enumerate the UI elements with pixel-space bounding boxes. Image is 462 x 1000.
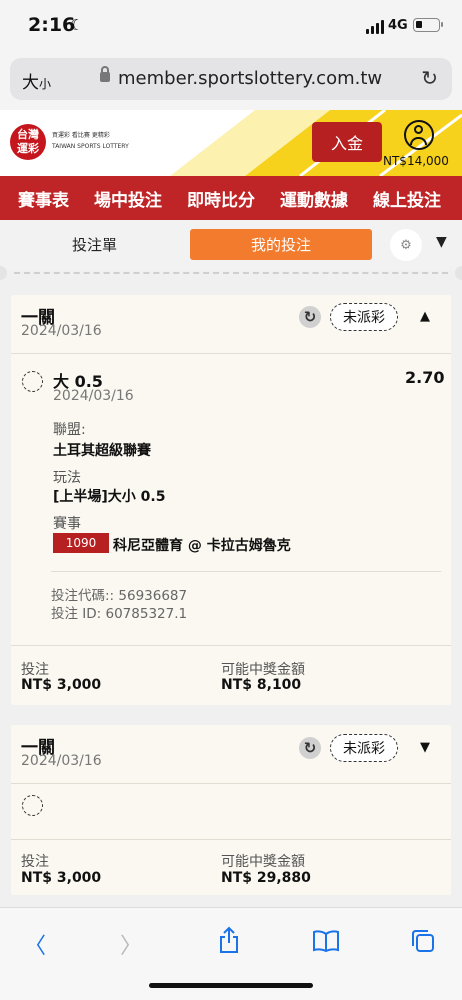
- main-nav: 賽事表 場中投注 即時比分 運動數據 線上投注: [0, 176, 462, 220]
- match-name: 科尼亞體育 @ 卡拉古姆魯克: [113, 538, 291, 554]
- status-badge: 未派彩: [330, 303, 398, 331]
- pending-icon: [22, 371, 43, 392]
- reload-icon[interactable]: ↻: [421, 66, 438, 90]
- divider: [51, 571, 441, 572]
- payout-label: 可能中獎金額: [221, 854, 305, 870]
- browser-chrome: 2:16 ☾ 4G 大小 member.sportslottery.com.tw…: [0, 0, 462, 110]
- divider: [11, 645, 451, 646]
- tabs-icon[interactable]: [410, 928, 436, 954]
- league-value: 土耳其超級聯賽: [53, 443, 151, 459]
- bet-identifiers: 投注代碼:: 56936687 投注 ID: 60785327.1: [51, 587, 187, 623]
- forward-icon[interactable]: 〉: [120, 928, 142, 960]
- bookmarks-icon[interactable]: [312, 930, 340, 952]
- home-indicator[interactable]: [149, 983, 313, 988]
- stake-amount: NT$ 3,000: [21, 870, 102, 886]
- battery-icon: [413, 18, 443, 32]
- deposit-button[interactable]: 入金: [312, 122, 382, 162]
- bet-code: 投注代碼:: 56936687: [51, 588, 188, 604]
- url-text[interactable]: member.sportslottery.com.tw: [118, 68, 382, 89]
- chevron-down-icon[interactable]: ▼: [436, 234, 447, 250]
- network-label: 4G: [388, 18, 408, 33]
- lock-icon: [100, 66, 110, 82]
- divider: [11, 839, 451, 840]
- address-bar[interactable]: 大小 member.sportslottery.com.tw ↻: [10, 58, 452, 100]
- bet-card: 一關 2024/03/16 ↻ 未派彩 ▲ 大 0.5 2.70 2024/03…: [11, 295, 451, 705]
- nav-item-online-betting[interactable]: 線上投注: [373, 186, 441, 211]
- payout-label: 可能中獎金額: [221, 662, 305, 678]
- nav-item-schedule[interactable]: 賽事表: [18, 186, 69, 211]
- settings-gear-icon[interactable]: ⚙: [390, 229, 422, 261]
- tab-my-bets[interactable]: 我的投注: [190, 229, 372, 260]
- stake-label: 投注: [21, 662, 49, 678]
- bet-card: 一關 2024/03/16 ↻ 未派彩 ▼ 投注 NT$ 3,000 可能中獎金…: [11, 725, 451, 895]
- payout-amount: NT$ 29,880: [221, 870, 311, 886]
- market-value: [上半場]大小 0.5: [53, 489, 166, 505]
- payout-amount: NT$ 8,100: [221, 677, 302, 693]
- logo-tagline: 買運彩 看比賽 更精彩 TAIWAN SPORTS LOTTERY: [52, 132, 129, 150]
- moon-icon: ☾: [70, 16, 84, 34]
- chevron-up-icon[interactable]: ▲: [420, 309, 430, 324]
- league-label: 聯盟:: [53, 422, 86, 438]
- refresh-icon[interactable]: ↻: [299, 737, 321, 759]
- tab-bet-slip[interactable]: 投注單: [72, 234, 117, 255]
- nav-item-live-scores[interactable]: 即時比分: [187, 186, 255, 211]
- pending-icon: [22, 795, 43, 816]
- site-header: 台灣 運彩 買運彩 看比賽 更精彩 TAIWAN SPORTS LOTTERY 入…: [0, 110, 462, 176]
- market-label: 玩法: [53, 470, 81, 486]
- bet-date: 2024/03/16: [21, 323, 102, 339]
- divider: [11, 783, 451, 784]
- perforation-divider: [0, 266, 462, 280]
- account-icon[interactable]: [404, 120, 434, 150]
- bet-date: 2024/03/16: [21, 753, 102, 769]
- status-badge: 未派彩: [330, 734, 398, 762]
- stake-amount: NT$ 3,000: [21, 677, 102, 693]
- divider: [11, 353, 451, 354]
- signal-icon: [366, 20, 384, 34]
- selection-date: 2024/03/16: [53, 388, 134, 404]
- refresh-icon[interactable]: ↻: [299, 306, 321, 328]
- nav-item-live-betting[interactable]: 場中投注: [94, 186, 162, 211]
- back-icon[interactable]: 〈: [24, 928, 46, 960]
- stake-label: 投注: [21, 854, 49, 870]
- account-balance: NT$14,000: [383, 154, 449, 168]
- chevron-down-icon[interactable]: ▼: [420, 740, 430, 755]
- share-icon[interactable]: [217, 926, 241, 954]
- bet-id: 投注 ID: 60785327.1: [51, 606, 188, 622]
- event-label: 賽事: [53, 516, 81, 532]
- status-time: 2:16: [28, 14, 76, 36]
- selection-odds: 2.70: [405, 368, 445, 387]
- site-logo[interactable]: 台灣 運彩: [10, 124, 46, 160]
- nav-item-sports-data[interactable]: 運動數據: [280, 186, 348, 211]
- match-code-badge: 1090: [53, 533, 109, 553]
- text-size-button[interactable]: 大小: [22, 68, 51, 93]
